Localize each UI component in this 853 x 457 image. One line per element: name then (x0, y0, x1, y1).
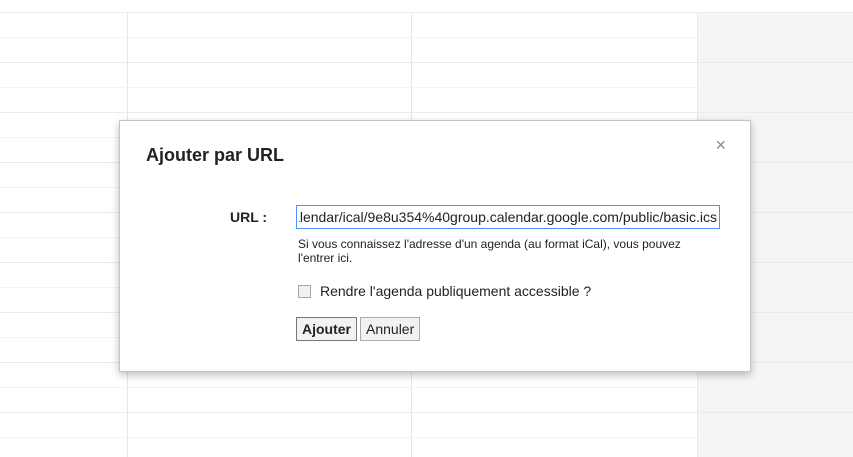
grid-row-line (0, 437, 853, 438)
add-button[interactable]: Ajouter (296, 317, 357, 341)
cancel-button[interactable]: Annuler (360, 317, 421, 341)
public-checkbox[interactable] (298, 284, 311, 298)
dialog-title: Ajouter par URL (146, 145, 285, 165)
public-option-row[interactable]: Rendre l'agenda publiquement accessible … (298, 283, 591, 299)
grid-row-line (0, 12, 853, 13)
grid-row-line (0, 87, 853, 88)
dialog-button-row: Ajouter Annuler (296, 317, 423, 341)
grid-row-line (0, 112, 853, 113)
url-label: URL : (230, 209, 268, 225)
public-checkbox-label[interactable]: Rendre l'agenda publiquement accessible … (320, 283, 591, 299)
grid-row-line (0, 387, 853, 388)
grid-row-line (0, 37, 853, 38)
add-by-url-dialog: Ajouter par URL × URL : Si vous connaiss… (119, 120, 751, 372)
grid-row-line (0, 62, 853, 63)
url-input[interactable] (296, 205, 720, 229)
grid-row-line (0, 412, 853, 413)
close-icon[interactable]: × (715, 135, 726, 156)
url-hint-text: Si vous connaissez l'adresse d'un agenda… (298, 237, 681, 265)
